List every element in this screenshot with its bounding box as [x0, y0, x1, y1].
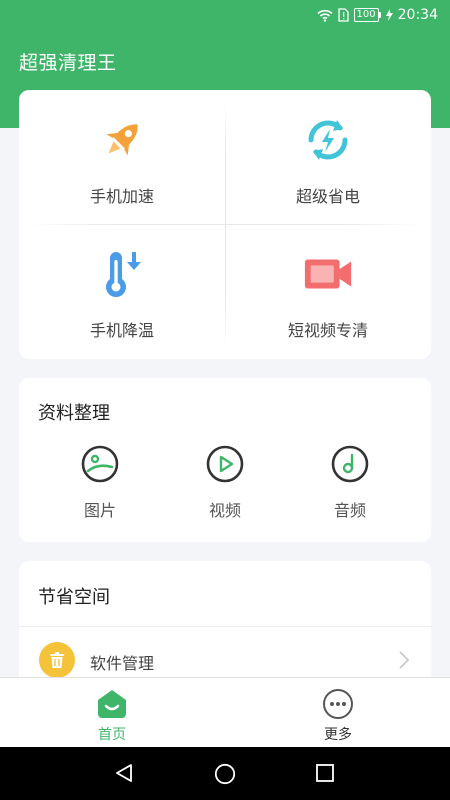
- video-camera-icon: [304, 259, 352, 289]
- music-note-icon: [331, 445, 369, 483]
- recents-icon[interactable]: [315, 763, 335, 783]
- tool-short-video-clean[interactable]: 短视频专清: [225, 224, 431, 359]
- section-title: 资料整理: [38, 403, 110, 424]
- thermometer-icon: [106, 252, 141, 297]
- trash-icon: [39, 642, 75, 678]
- chevron-right-icon: [399, 651, 409, 669]
- rocket-icon: [106, 124, 138, 156]
- tool-label: 超级省电: [295, 187, 360, 206]
- play-icon: [206, 445, 244, 483]
- home-button-icon[interactable]: [214, 763, 236, 785]
- space-item-label: 软件管理: [90, 654, 155, 673]
- nav-label: 更多: [324, 727, 352, 743]
- tool-label: 短视频专清: [287, 321, 368, 340]
- tool-label: 手机加速: [89, 187, 154, 206]
- status-time: 20:34: [397, 7, 438, 23]
- grid-divider: [225, 100, 226, 349]
- nav-more[interactable]: 更多: [298, 688, 378, 744]
- home-icon: [98, 690, 126, 718]
- section-title: 节省空间: [38, 587, 110, 608]
- more-icon: [323, 689, 353, 719]
- save-space-card: 节省空间 软件管理: [19, 561, 431, 691]
- data-item-audio[interactable]: 音频: [310, 444, 390, 521]
- data-organize-card: 资料整理 图片 视频 音频: [19, 378, 431, 542]
- system-navigation-bar: [0, 747, 450, 800]
- tools-card: 手机加速 超级省电 手机降温 短视频专清: [19, 90, 431, 359]
- bottom-navigation: 首页 更多: [0, 677, 450, 747]
- nav-label: 首页: [98, 727, 126, 743]
- data-item-label: 图片: [83, 501, 116, 520]
- battery-level: 100: [353, 8, 379, 22]
- back-icon[interactable]: [114, 763, 134, 783]
- sim-alert-icon: [337, 8, 349, 22]
- lightning-refresh-icon: [308, 120, 348, 160]
- wifi-icon: [316, 9, 333, 22]
- data-item-videos[interactable]: 视频: [185, 444, 265, 521]
- tool-phone-boost[interactable]: 手机加速: [19, 90, 225, 224]
- data-item-images[interactable]: 图片: [60, 444, 140, 521]
- app-title: 超强清理王: [19, 52, 117, 74]
- tool-power-saving[interactable]: 超级省电: [225, 90, 431, 224]
- data-item-label: 音频: [333, 501, 366, 520]
- tool-phone-cooling[interactable]: 手机降温: [19, 224, 225, 359]
- nav-home[interactable]: 首页: [72, 688, 152, 744]
- charging-icon: [385, 9, 393, 21]
- data-item-label: 视频: [208, 501, 241, 520]
- image-icon: [81, 445, 119, 483]
- status-bar: 100 20:34: [0, 0, 450, 30]
- tool-label: 手机降温: [89, 321, 154, 340]
- battery-indicator: 100: [353, 8, 381, 22]
